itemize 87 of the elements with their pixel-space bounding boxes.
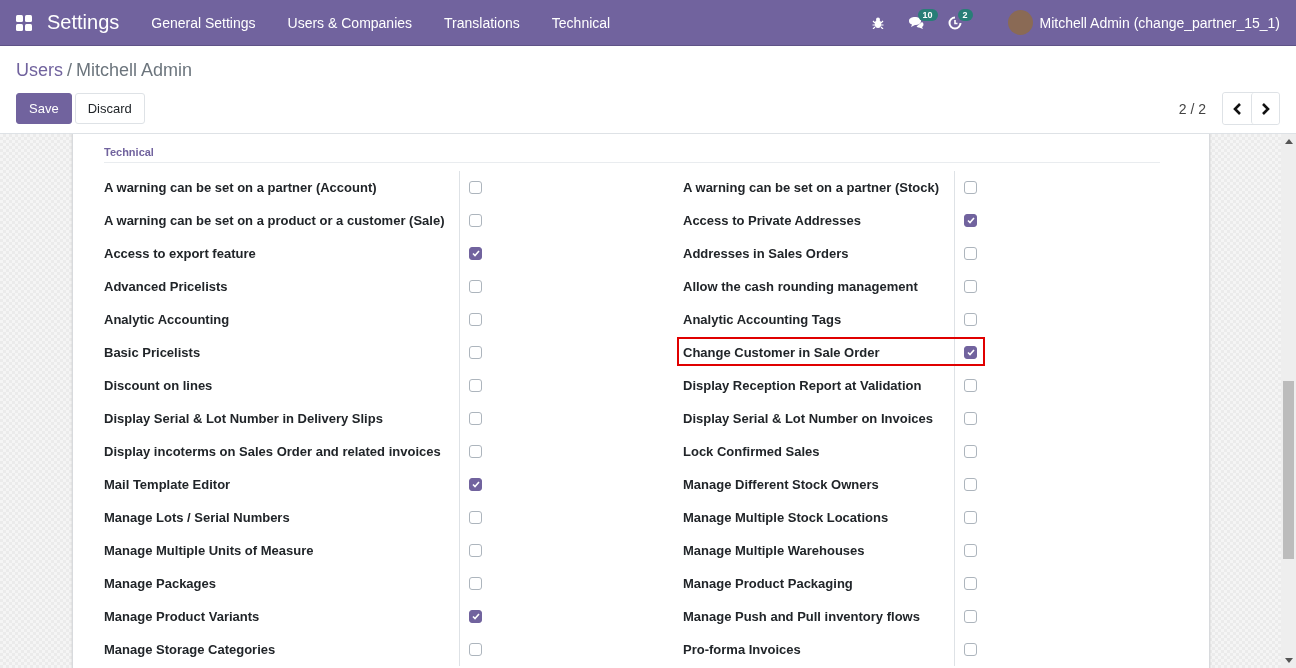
- checkbox[interactable]: [469, 280, 482, 293]
- field-label: Analytic Accounting: [104, 312, 230, 327]
- field-label: Change Customer in Sale Order: [683, 345, 880, 360]
- checkbox[interactable]: [469, 379, 482, 392]
- activity-count-badge: 2: [957, 8, 973, 21]
- message-count-badge: 10: [917, 9, 938, 21]
- checkbox[interactable]: [469, 313, 482, 326]
- bug-icon[interactable]: [871, 16, 884, 29]
- checkbox[interactable]: [964, 610, 977, 623]
- checkbox[interactable]: [964, 412, 977, 425]
- checkbox[interactable]: [964, 181, 977, 194]
- checkbox[interactable]: [469, 544, 482, 557]
- checkbox[interactable]: [469, 478, 482, 491]
- field-label: Basic Pricelists: [104, 345, 201, 360]
- field-label: Mail Template Editor: [104, 477, 231, 492]
- field-label: Manage Multiple Units of Measure: [104, 543, 314, 558]
- checkbox[interactable]: [964, 445, 977, 458]
- checkbox[interactable]: [964, 247, 977, 260]
- app-title[interactable]: Settings: [47, 11, 120, 34]
- checkbox[interactable]: [964, 478, 977, 491]
- field-label: Lock Confirmed Sales: [683, 444, 820, 459]
- scrollbar-thumb[interactable]: [1283, 381, 1294, 559]
- checkbox[interactable]: [964, 346, 977, 359]
- checkbox[interactable]: [469, 181, 482, 194]
- field-label: Analytic Accounting Tags: [683, 312, 842, 327]
- field-label: Display incoterms on Sales Order and related invoices: [104, 444, 441, 459]
- checkbox[interactable]: [469, 346, 482, 359]
- checkbox[interactable]: [469, 511, 482, 524]
- field-label: Manage Multiple Stock Locations: [683, 510, 889, 525]
- scrollbar[interactable]: [1281, 134, 1296, 668]
- breadcrumb-link[interactable]: Users: [16, 59, 63, 81]
- breadcrumb-separator: /: [67, 59, 73, 81]
- field-label: Pro-forma Invoices: [683, 642, 801, 657]
- apps-grid-icon[interactable]: [16, 14, 32, 31]
- field-label: Allow the cash rounding management: [683, 279, 918, 294]
- user-name[interactable]: Mitchell Admin (change_partner_15_1): [1039, 14, 1280, 31]
- field-label: Advanced Pricelists: [104, 279, 228, 294]
- menu-item[interactable]: Technical: [535, 14, 627, 31]
- section-title: Technical: [104, 146, 1160, 163]
- field-label: Manage Product Variants: [104, 609, 260, 624]
- save-button[interactable]: Save: [16, 93, 72, 124]
- checkbox[interactable]: [469, 577, 482, 590]
- field-label: Access to export feature: [104, 246, 256, 261]
- field-label: Discount on lines: [104, 378, 213, 393]
- checkbox[interactable]: [469, 643, 482, 656]
- field-label: Display Serial & Lot Number on Invoices: [683, 411, 933, 426]
- field-label: Display Serial & Lot Number in Delivery Slips: [104, 411, 383, 426]
- checkbox[interactable]: [964, 313, 977, 326]
- field-label: Display Reception Report at Validation: [683, 378, 922, 393]
- scroll-down-icon[interactable]: [1284, 658, 1293, 663]
- checkbox[interactable]: [469, 445, 482, 458]
- next-button[interactable]: [1251, 93, 1279, 124]
- chat-icon[interactable]: [907, 16, 924, 29]
- field-label: Manage Lots / Serial Numbers: [104, 510, 290, 525]
- checkbox[interactable]: [964, 544, 977, 557]
- checkbox[interactable]: [964, 280, 977, 293]
- user-avatar[interactable]: [1007, 10, 1033, 35]
- field-label: A warning can be set on a partner (Account): [104, 180, 377, 195]
- field-label: A warning can be set on a product or a customer (Sale): [104, 213, 445, 228]
- menu-item[interactable]: Users & Companies: [271, 14, 429, 31]
- menu-item[interactable]: General Settings: [135, 14, 272, 31]
- checkbox[interactable]: [964, 643, 977, 656]
- field-label: Manage Different Stock Owners: [683, 477, 879, 492]
- field-label: Manage Product Packaging: [683, 576, 853, 591]
- checkbox[interactable]: [469, 610, 482, 623]
- checkbox[interactable]: [469, 412, 482, 425]
- checkbox[interactable]: [469, 247, 482, 260]
- pager-value[interactable]: 2 / 2: [1178, 100, 1206, 117]
- field-label: Manage Packages: [104, 576, 216, 591]
- scroll-up-icon[interactable]: [1284, 139, 1293, 144]
- field-label: Addresses in Sales Orders: [683, 246, 849, 261]
- chevron-left-icon: [1232, 102, 1242, 115]
- checkbox[interactable]: [964, 379, 977, 392]
- field-label: Access to Private Addresses: [683, 213, 861, 228]
- field-label: Manage Multiple Warehouses: [683, 543, 865, 558]
- field-label: Manage Push and Pull inventory flows: [683, 609, 920, 624]
- checkbox[interactable]: [964, 577, 977, 590]
- checkbox[interactable]: [469, 214, 482, 227]
- checkbox[interactable]: [964, 214, 977, 227]
- menu-item[interactable]: Translations: [428, 14, 536, 31]
- field-label: A warning can be set on a partner (Stock): [683, 180, 939, 195]
- chevron-right-icon: [1261, 102, 1270, 115]
- breadcrumb-current: Mitchell Admin: [76, 59, 193, 81]
- discard-button[interactable]: Discard: [74, 93, 145, 124]
- checkbox[interactable]: [964, 511, 977, 524]
- field-label: Manage Storage Categories: [104, 642, 276, 657]
- clock-icon[interactable]: [947, 15, 962, 30]
